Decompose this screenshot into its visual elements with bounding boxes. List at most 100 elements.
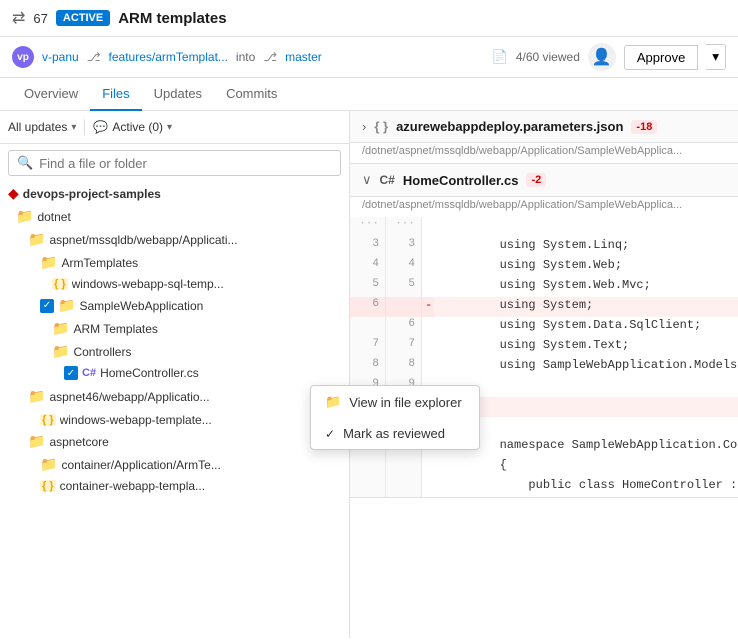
tab-updates[interactable]: Updates xyxy=(142,78,214,111)
explorer-icon: 📁 xyxy=(325,394,341,410)
file-section-1: › { } azurewebappdeploy.parameters.json … xyxy=(350,111,738,164)
folder-icon: 📁 xyxy=(40,254,57,271)
list-item[interactable]: 📁 aspnet46/webapp/Applicatio... ⋯ xyxy=(0,383,349,410)
comment-icon: 💬 xyxy=(93,120,108,134)
diff-indicator xyxy=(422,237,434,257)
search-input[interactable] xyxy=(39,156,332,171)
branch-icon: ⎇ xyxy=(87,50,101,64)
line-num-old: 5 xyxy=(350,277,386,297)
filter-bar: All updates ▾ 💬 Active (0) ▾ xyxy=(0,111,349,144)
viewed-count: 4/60 viewed xyxy=(516,50,580,64)
table-row: 6 - using System; xyxy=(350,297,738,317)
merge-icon: ⎇ xyxy=(263,50,277,64)
code-content: using System; xyxy=(434,297,738,317)
list-item[interactable]: ✓ 📁 SampleWebApplication xyxy=(0,294,349,317)
list-item[interactable]: ✓ C# HomeController.cs xyxy=(0,363,349,383)
file-icon: 📄 xyxy=(492,49,508,65)
table-row: 8 8 using SampleWebApplication.Models; xyxy=(350,357,738,377)
line-num-old xyxy=(350,457,386,477)
search-icon: 🔍 xyxy=(17,155,33,171)
json-icon: { } xyxy=(40,414,56,426)
active-badge: ACTIVE xyxy=(56,10,110,26)
list-item[interactable]: 📁 container/Application/ArmTe... xyxy=(0,453,349,476)
item-text: windows-webapp-sql-temp... xyxy=(72,277,224,291)
diff-badge-2: -2 xyxy=(526,173,546,187)
active-filter-dropdown[interactable]: 💬 Active (0) ▾ xyxy=(93,120,172,134)
file-header-2: ∨ C# HomeController.cs -2 xyxy=(350,164,738,197)
search-box: 🔍 xyxy=(8,150,341,176)
list-item[interactable]: { } container-webapp-templa... xyxy=(0,476,349,496)
reviewer-avatar[interactable]: 👤 xyxy=(588,43,616,71)
line-num-new: 4 xyxy=(386,257,422,277)
line-num-old: ··· xyxy=(350,217,386,237)
mark-as-reviewed-item[interactable]: ✓ Mark as reviewed xyxy=(311,418,479,449)
list-item[interactable]: 📁 aspnet/mssqldb/webapp/Applicati... xyxy=(0,228,349,251)
file-header-1: › { } azurewebappdeploy.parameters.json … xyxy=(350,111,738,143)
check-icon: ✓ xyxy=(325,427,335,441)
left-panel: All updates ▾ 💬 Active (0) ▾ 🔍 ◆ devops-… xyxy=(0,111,350,638)
collapse-icon-2[interactable]: ∨ xyxy=(362,172,372,188)
approve-chevron-button[interactable]: ▾ xyxy=(706,44,726,70)
source-branch[interactable]: features/armTemplat... xyxy=(109,50,228,64)
approve-button[interactable]: Approve xyxy=(624,45,698,70)
diff-indicator xyxy=(422,217,434,237)
tab-overview[interactable]: Overview xyxy=(12,78,90,111)
list-item[interactable]: { } windows-webapp-template... xyxy=(0,410,349,430)
folder-icon: 📁 xyxy=(28,433,45,450)
checkbox-homecontroller[interactable]: ✓ xyxy=(64,366,78,380)
folder-icon: 📁 xyxy=(16,208,33,225)
collapse-icon[interactable]: › xyxy=(362,119,366,134)
json-icon: { } xyxy=(40,480,56,492)
list-item[interactable]: 📁 aspnetcore xyxy=(0,430,349,453)
active-filter-label: Active (0) xyxy=(112,120,163,134)
line-num-new xyxy=(386,457,422,477)
target-branch[interactable]: master xyxy=(285,50,322,64)
list-item[interactable]: 📁 Controllers xyxy=(0,340,349,363)
list-item[interactable]: 📁 ARM Templates xyxy=(0,317,349,340)
item-text: aspnet/mssqldb/webapp/Applicati... xyxy=(49,233,237,247)
cs-icon: C# xyxy=(82,367,96,379)
line-num-old: 7 xyxy=(350,337,386,357)
all-updates-dropdown[interactable]: All updates ▾ xyxy=(8,120,76,134)
context-menu: 📁 View in file explorer ✓ Mark as review… xyxy=(310,385,480,450)
divider xyxy=(84,119,85,135)
folder-icon: 📁 xyxy=(58,297,75,314)
tree-root[interactable]: ◆ devops-project-samples xyxy=(0,182,349,205)
item-text: ArmTemplates xyxy=(61,256,138,270)
list-item[interactable]: 📁 ArmTemplates xyxy=(0,251,349,274)
diff-badge-1: -18 xyxy=(631,120,657,134)
line-num-new: 5 xyxy=(386,277,422,297)
into-text: into xyxy=(236,50,255,64)
code-content xyxy=(434,217,738,237)
file-name-2: HomeController.cs xyxy=(403,173,519,188)
item-text: SampleWebApplication xyxy=(79,299,203,313)
table-row: 5 5 using System.Web.Mvc; xyxy=(350,277,738,297)
tab-commits[interactable]: Commits xyxy=(214,78,289,111)
code-content: using System.Web; xyxy=(434,257,738,277)
list-item[interactable]: 📁 dotnet xyxy=(0,205,349,228)
author-name[interactable]: v-panu xyxy=(42,50,79,64)
line-num-old: 6 xyxy=(350,297,386,317)
code-content: { xyxy=(434,457,738,477)
chevron-down-icon-2: ▾ xyxy=(167,122,172,133)
line-num-old xyxy=(350,317,386,337)
diff-indicator xyxy=(422,337,434,357)
tab-files[interactable]: Files xyxy=(90,78,141,111)
diff-indicator: - xyxy=(422,297,434,317)
code-content: using SampleWebApplication.Models; xyxy=(434,357,738,377)
code-content: using System.Text; xyxy=(434,337,738,357)
line-num-new: ··· xyxy=(386,217,422,237)
line-num-new: 7 xyxy=(386,337,422,357)
code-content: public class HomeController : Co... xyxy=(434,477,738,497)
code-section: ··· ··· 3 3 using System.Linq; 4 4 xyxy=(350,217,738,497)
author-bar: vp v-panu ⎇ features/armTemplat... into … xyxy=(0,37,738,78)
line-num-new xyxy=(386,477,422,497)
chevron-down-icon: ▾ xyxy=(71,122,76,133)
list-item[interactable]: { } windows-webapp-sql-temp... xyxy=(0,274,349,294)
root-label: devops-project-samples xyxy=(23,187,161,201)
checkbox-sampleweb[interactable]: ✓ xyxy=(40,299,54,313)
item-text: ARM Templates xyxy=(73,322,157,336)
right-panel: › { } azurewebappdeploy.parameters.json … xyxy=(350,111,738,638)
nav-tabs: Overview Files Updates Commits xyxy=(0,78,738,111)
view-in-explorer-item[interactable]: 📁 View in file explorer xyxy=(311,386,479,418)
